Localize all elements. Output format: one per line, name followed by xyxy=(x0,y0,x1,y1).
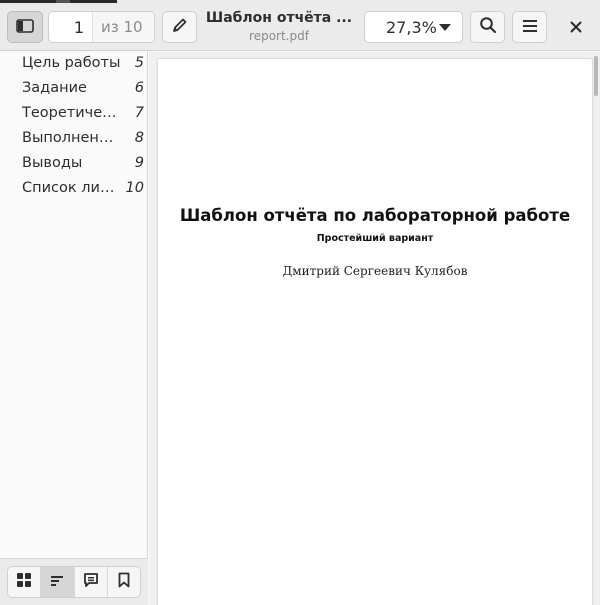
toc-item-page: 6 xyxy=(134,80,144,96)
sidebar-mode-switcher xyxy=(7,566,141,598)
document-author: Дмитрий Сергеевич Кулябов xyxy=(282,264,468,278)
document-viewer[interactable]: Шаблон отчёта по лабораторной работе Про… xyxy=(149,52,600,605)
document-title-block: Шаблон отчёта ... report.pdf xyxy=(204,10,354,43)
header-bar: 1 из 10 Шаблон отчёта ... report.pdf 27,… xyxy=(0,3,600,51)
toc-item[interactable]: Выполнение... 8 xyxy=(0,127,148,152)
outline-mode-button[interactable] xyxy=(41,567,75,597)
current-page-input[interactable]: 1 xyxy=(49,12,93,42)
scrollbar[interactable] xyxy=(594,56,598,96)
page-number-entry[interactable]: 1 из 10 xyxy=(48,11,155,43)
zoom-value: 27,3% xyxy=(386,17,437,37)
search-button[interactable] xyxy=(470,11,505,43)
thumbnails-mode-button[interactable] xyxy=(8,567,42,597)
toc-item-label: Теоретичес... xyxy=(22,105,122,121)
toc-item[interactable]: Цель работы 5 xyxy=(0,52,148,77)
toc-item-page: 9 xyxy=(134,155,144,171)
document-title: Шаблон отчёта по лабораторной работе xyxy=(179,206,571,225)
toc-item-page: 10 xyxy=(125,180,144,196)
chevron-down-icon xyxy=(439,23,451,31)
sidebar: Цель работы 5 Задание 6 Теоретичес... 7 … xyxy=(0,52,148,605)
window-title: Шаблон отчёта ... xyxy=(205,10,353,26)
document-page: Шаблон отчёта по лабораторной работе Про… xyxy=(158,59,592,605)
toc-item-label: Список лите... xyxy=(22,180,122,196)
total-pages-label: из 10 xyxy=(93,12,154,42)
toc-item-page: 5 xyxy=(134,55,144,71)
toc-item-label: Выводы xyxy=(22,155,83,171)
toc-item-label: Цель работы xyxy=(22,55,121,71)
main-menu-button[interactable] xyxy=(512,11,547,43)
bookmarks-icon xyxy=(118,572,130,592)
search-icon xyxy=(479,16,497,38)
toc-item[interactable]: Задание 6 xyxy=(0,77,148,102)
sidebar-toggle-button[interactable] xyxy=(7,11,43,43)
toc-item-label: Выполнение... xyxy=(22,130,122,146)
thumbnails-icon xyxy=(16,572,32,592)
toc-item[interactable]: Выводы 9 xyxy=(0,152,148,177)
sidebar-mode-switcher-bar xyxy=(0,558,148,605)
bookmarks-mode-button[interactable] xyxy=(108,567,140,597)
toc-item-page: 8 xyxy=(134,130,144,146)
sidebar-icon xyxy=(16,18,34,37)
toc-item-page: 7 xyxy=(134,105,144,121)
window-subtitle-filename: report.pdf xyxy=(249,29,309,43)
annotate-button[interactable] xyxy=(162,11,197,43)
document-subtitle: Простейший вариант xyxy=(316,233,434,244)
hamburger-icon xyxy=(522,18,538,37)
zoom-dropdown[interactable]: 27,3% xyxy=(364,11,463,43)
close-icon xyxy=(570,18,582,37)
toc-item[interactable]: Список лите... 10 xyxy=(0,177,148,202)
toc-item-label: Задание xyxy=(22,80,87,96)
outline-icon xyxy=(50,573,64,592)
close-button[interactable] xyxy=(560,11,592,43)
annotations-icon xyxy=(83,572,99,592)
annotations-mode-button[interactable] xyxy=(75,567,108,597)
toc-item[interactable]: Теоретичес... 7 xyxy=(0,102,148,127)
pencil-icon xyxy=(172,17,188,37)
